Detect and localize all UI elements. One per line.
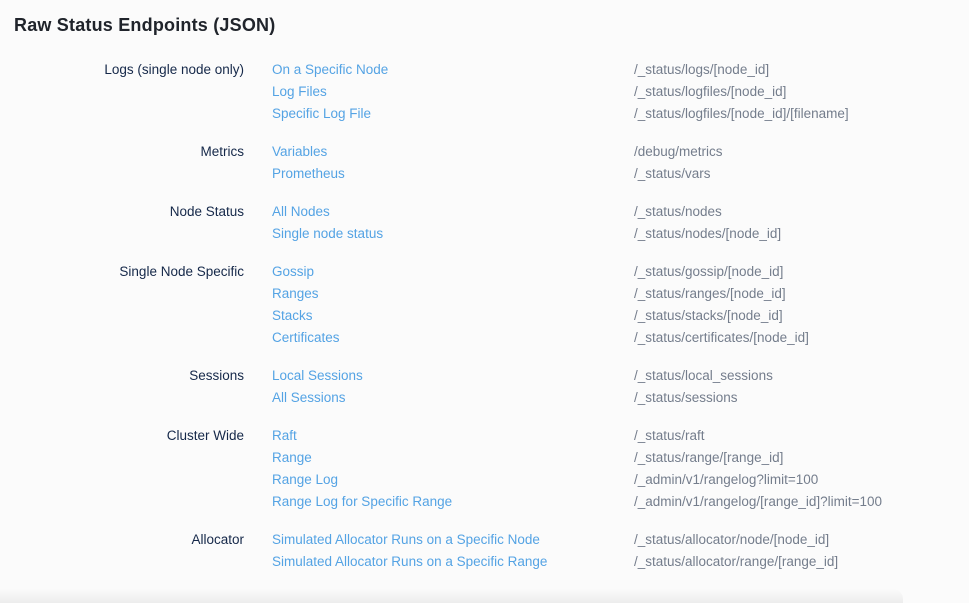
endpoint-path: /_status/certificates/[node_id] — [634, 327, 809, 349]
endpoint-link[interactable]: Raft — [272, 425, 634, 447]
endpoint-section: Single Node Specific Gossip/_status/gossi… — [0, 261, 969, 349]
endpoint-path: /_status/stacks/[node_id] — [634, 305, 783, 327]
endpoint-link[interactable]: Stacks — [272, 305, 634, 327]
endpoint-path: /_status/nodes — [634, 201, 722, 223]
endpoint-rows: On a Specific Node/_status/logs/[node_id… — [272, 59, 969, 125]
endpoint-row: All Nodes/_status/nodes — [272, 201, 969, 223]
endpoint-link[interactable]: Certificates — [272, 327, 634, 349]
endpoint-section: Logs (single node only) On a Specific Nod… — [0, 59, 969, 125]
endpoint-path: /_status/gossip/[node_id] — [634, 261, 783, 283]
endpoint-row: Certificates/_status/certificates/[node_… — [272, 327, 969, 349]
endpoint-path: /_admin/v1/rangelog/[range_id]?limit=100 — [634, 491, 882, 513]
endpoint-section: Metrics Variables/debug/metricsPrometheus… — [0, 141, 969, 185]
endpoint-link[interactable]: Variables — [272, 141, 634, 163]
endpoint-row: Specific Log File/_status/logfiles/[node… — [272, 103, 969, 125]
endpoint-row: Range Log/_admin/v1/rangelog?limit=100 — [272, 469, 969, 491]
endpoint-path: /_status/logs/[node_id] — [634, 59, 769, 81]
endpoint-row: On a Specific Node/_status/logs/[node_id… — [272, 59, 969, 81]
endpoint-section: Sessions Local Sessions/_status/local_ses… — [0, 365, 969, 409]
endpoint-row: All Sessions/_status/sessions — [272, 387, 969, 409]
endpoint-path: /_status/nodes/[node_id] — [634, 223, 781, 245]
endpoint-path: /_status/sessions — [634, 387, 738, 409]
endpoint-link[interactable]: All Nodes — [272, 201, 634, 223]
endpoint-link[interactable]: Range Log — [272, 469, 634, 491]
endpoint-path: /_status/logfiles/[node_id]/[filename] — [634, 103, 849, 125]
endpoint-link[interactable]: Specific Log File — [272, 103, 634, 125]
raw-status-endpoints-page: Raw Status Endpoints (JSON) Logs (single… — [0, 0, 969, 573]
endpoint-rows: Raft/_status/raftRange/_status/range/[ra… — [272, 425, 969, 513]
endpoint-row: Raft/_status/raft — [272, 425, 969, 447]
endpoint-row: Stacks/_status/stacks/[node_id] — [272, 305, 969, 327]
page-title: Raw Status Endpoints (JSON) — [0, 0, 969, 37]
endpoint-rows: Variables/debug/metricsPrometheus/_statu… — [272, 141, 969, 185]
endpoint-link[interactable]: Log Files — [272, 81, 634, 103]
endpoint-path: /_status/ranges/[node_id] — [634, 283, 786, 305]
endpoint-path: /_status/allocator/range/[range_id] — [634, 551, 838, 573]
endpoint-link[interactable]: Local Sessions — [272, 365, 634, 387]
category-label: Allocator — [0, 529, 244, 551]
endpoint-link[interactable]: On a Specific Node — [272, 59, 634, 81]
endpoint-row: Prometheus/_status/vars — [272, 163, 969, 185]
category-label: Sessions — [0, 365, 244, 387]
endpoint-row: Log Files/_status/logfiles/[node_id] — [272, 81, 969, 103]
endpoint-rows: All Nodes/_status/nodesSingle node statu… — [272, 201, 969, 245]
endpoint-section: Node Status All Nodes/_status/nodesSingle… — [0, 201, 969, 245]
endpoint-link[interactable]: Range Log for Specific Range — [272, 491, 634, 513]
category-label: Metrics — [0, 141, 244, 163]
page-bottom-fade — [0, 589, 903, 603]
endpoint-path: /debug/metrics — [634, 141, 723, 163]
endpoints-table: Logs (single node only) On a Specific Nod… — [0, 59, 969, 573]
endpoint-row: Simulated Allocator Runs on a Specific N… — [272, 529, 969, 551]
endpoint-link[interactable]: All Sessions — [272, 387, 634, 409]
endpoint-path: /_status/raft — [634, 425, 705, 447]
category-label: Cluster Wide — [0, 425, 244, 447]
endpoint-row: Variables/debug/metrics — [272, 141, 969, 163]
endpoint-row: Range/_status/range/[range_id] — [272, 447, 969, 469]
endpoint-section: Cluster Wide Raft/_status/raftRange/_stat… — [0, 425, 969, 513]
endpoint-link[interactable]: Range — [272, 447, 634, 469]
endpoint-row: Single node status/_status/nodes/[node_i… — [272, 223, 969, 245]
endpoint-path: /_status/local_sessions — [634, 365, 773, 387]
endpoint-rows: Simulated Allocator Runs on a Specific N… — [272, 529, 969, 573]
endpoint-link[interactable]: Gossip — [272, 261, 634, 283]
category-label: Logs (single node only) — [0, 59, 244, 81]
category-label: Node Status — [0, 201, 244, 223]
endpoint-path: /_status/allocator/node/[node_id] — [634, 529, 829, 551]
endpoint-link[interactable]: Single node status — [272, 223, 634, 245]
endpoint-path: /_admin/v1/rangelog?limit=100 — [634, 469, 818, 491]
endpoint-link[interactable]: Simulated Allocator Runs on a Specific N… — [272, 529, 634, 551]
endpoint-row: Range Log for Specific Range/_admin/v1/r… — [272, 491, 969, 513]
endpoint-link[interactable]: Simulated Allocator Runs on a Specific R… — [272, 551, 634, 573]
endpoint-path: /_status/range/[range_id] — [634, 447, 783, 469]
endpoint-row: Ranges/_status/ranges/[node_id] — [272, 283, 969, 305]
endpoint-section: Allocator Simulated Allocator Runs on a S… — [0, 529, 969, 573]
endpoint-rows: Gossip/_status/gossip/[node_id]Ranges/_s… — [272, 261, 969, 349]
endpoint-path: /_status/logfiles/[node_id] — [634, 81, 786, 103]
endpoint-path: /_status/vars — [634, 163, 711, 185]
category-label: Single Node Specific — [0, 261, 244, 283]
endpoint-link[interactable]: Prometheus — [272, 163, 634, 185]
endpoint-rows: Local Sessions/_status/local_sessionsAll… — [272, 365, 969, 409]
endpoint-row: Local Sessions/_status/local_sessions — [272, 365, 969, 387]
endpoint-link[interactable]: Ranges — [272, 283, 634, 305]
endpoint-row: Simulated Allocator Runs on a Specific R… — [272, 551, 969, 573]
endpoint-row: Gossip/_status/gossip/[node_id] — [272, 261, 969, 283]
